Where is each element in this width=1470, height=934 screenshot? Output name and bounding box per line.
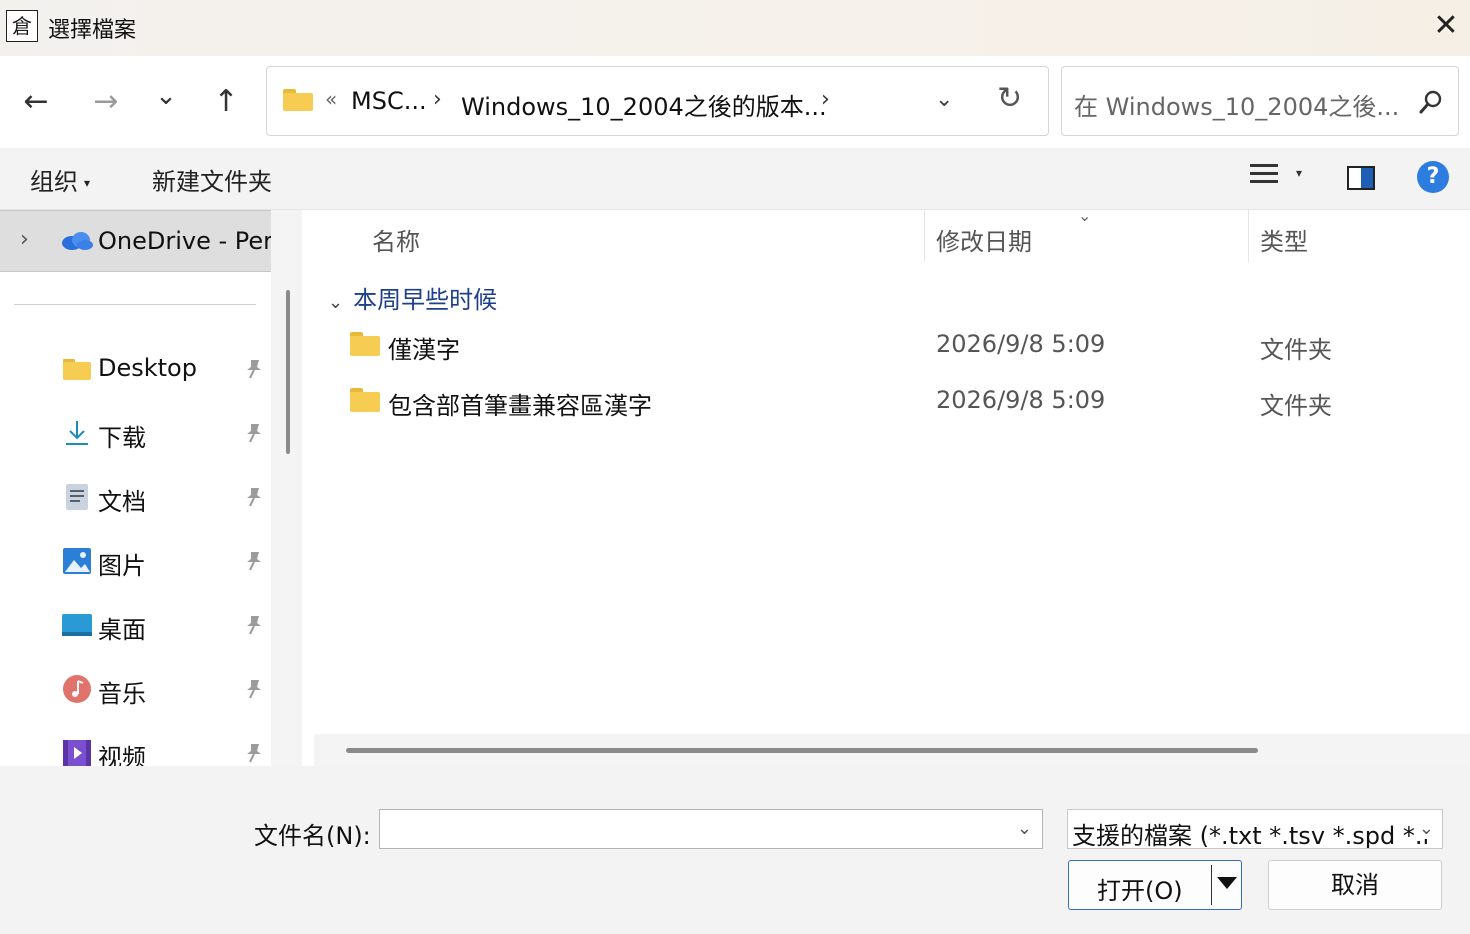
pin-icon[interactable] <box>244 486 264 508</box>
folder-icon <box>283 89 313 111</box>
chevron-right-icon[interactable]: › <box>20 227 29 252</box>
sidebar-item-label: 文档 <box>98 488 146 516</box>
sidebar-item-videos[interactable]: 视频 <box>0 724 271 766</box>
sidebar-item-desktop-folder[interactable]: Desktop <box>0 340 271 400</box>
new-folder-button[interactable]: 新建文件夹 <box>152 162 272 197</box>
horizontal-scrollbar-thumb[interactable] <box>346 748 1258 753</box>
back-button[interactable]: ← <box>14 84 58 120</box>
window-title: 選擇檔案 <box>48 18 137 43</box>
sidebar-item-downloads[interactable]: 下载 <box>0 404 271 464</box>
chevron-right-icon[interactable]: › <box>821 87 830 112</box>
help-icon[interactable]: ? <box>1417 161 1449 193</box>
open-button-label: 打开(O) <box>1097 877 1183 905</box>
organize-button[interactable]: 组织 ▾ <box>30 162 90 197</box>
breadcrumb-segment[interactable]: MSC... <box>351 87 427 115</box>
sidebar-item-label: 视频 <box>98 744 146 766</box>
onedrive-cloud-icon <box>62 232 93 250</box>
split-divider <box>1211 865 1212 905</box>
pin-icon[interactable] <box>244 358 264 380</box>
view-list-icon[interactable] <box>1250 164 1278 190</box>
pin-icon[interactable] <box>244 742 264 764</box>
sidebar-item-documents[interactable]: 文档 <box>0 468 271 528</box>
pin-icon[interactable] <box>244 422 264 444</box>
folder-icon <box>350 332 380 356</box>
chevron-down-icon[interactable]: ⌄ <box>1414 818 1434 839</box>
sidebar-divider <box>14 304 256 305</box>
open-dropdown-icon[interactable] <box>1217 877 1237 889</box>
preview-pane-icon[interactable] <box>1347 166 1375 190</box>
recent-locations-button[interactable]: ⌄ <box>144 78 188 114</box>
music-icon <box>63 675 91 703</box>
pin-icon[interactable] <box>244 614 264 636</box>
refresh-icon[interactable]: ↻ <box>997 81 1022 116</box>
desktop-icon <box>62 614 92 636</box>
file-type: 文件夹 <box>1260 392 1332 420</box>
cancel-button[interactable]: 取消 <box>1268 860 1442 910</box>
caret-down-icon: ▾ <box>84 176 91 190</box>
sidebar-scrollbar-thumb[interactable] <box>286 290 290 454</box>
open-button[interactable]: 打开(O) <box>1068 860 1242 910</box>
navigation-bar: ← → ⌄ ↑ « MSC... › Windows_10_2004之後的版本.… <box>0 56 1470 148</box>
file-name: 包含部首筆畫兼容區漢字 <box>388 392 652 420</box>
breadcrumb-overflow-icon[interactable]: « <box>325 87 337 111</box>
filename-label: 文件名(N): <box>254 822 371 850</box>
sidebar-item-music[interactable]: 音乐 <box>0 660 271 720</box>
group-label: 本周早些时候 <box>353 286 498 314</box>
pictures-icon <box>63 548 91 574</box>
search-icon[interactable] <box>1418 89 1444 115</box>
breadcrumb-segment[interactable]: Windows_10_2004之後的版本... <box>461 87 827 122</box>
filename-input[interactable]: ⌄ <box>379 809 1043 849</box>
up-button[interactable]: ↑ <box>204 84 248 120</box>
download-icon <box>66 421 88 445</box>
chevron-down-icon: ⌄ <box>328 292 344 313</box>
sidebar-item-pictures[interactable]: 图片 <box>0 532 271 592</box>
sidebar-item-label: 音乐 <box>98 680 146 708</box>
document-icon <box>66 484 88 510</box>
dialog-footer: 文件名(N): ⌄ 支援的檔案 (*.txt *.tsv *.spd *.l ⌄… <box>0 766 1470 934</box>
address-bar[interactable]: « MSC... › Windows_10_2004之後的版本... › ⌄ ↻ <box>266 66 1049 136</box>
sort-chevron-icon: ⌄ <box>1078 206 1092 225</box>
column-header-type[interactable]: 类型 <box>1260 222 1308 257</box>
sidebar-item-desktop[interactable]: 桌面 <box>0 596 271 656</box>
search-input[interactable]: 在 Windows_10_2004之後... <box>1061 66 1459 136</box>
command-bar: 组织 ▾ 新建文件夹 ▾ ? <box>0 148 1470 210</box>
file-date: 2026/9/8 5:09 <box>936 330 1106 358</box>
title-bar: 倉 選擇檔案 ✕ <box>0 0 1470 56</box>
pin-icon[interactable] <box>244 678 264 700</box>
pin-icon[interactable] <box>244 550 264 572</box>
column-header-name[interactable]: 名称 <box>372 222 420 257</box>
search-placeholder: 在 Windows_10_2004之後... <box>1074 93 1400 121</box>
view-dropdown-icon[interactable]: ▾ <box>1296 166 1302 180</box>
filetype-value: 支援的檔案 (*.txt *.tsv *.spd *.l <box>1072 822 1430 849</box>
forward-button[interactable]: → <box>84 84 128 120</box>
column-separator[interactable] <box>924 210 925 262</box>
chevron-right-icon[interactable]: › <box>433 87 442 112</box>
navigation-pane: › OneDrive - Per: Desktop 下载 文档 图片 桌面 音乐… <box>0 210 302 766</box>
file-row[interactable]: 包含部首筆畫兼容區漢字 2026/9/8 5:09 文件夹 <box>310 374 1470 428</box>
column-header-date[interactable]: 修改日期 <box>936 222 1032 257</box>
column-separator[interactable] <box>1248 210 1249 262</box>
organize-label: 组织 <box>30 168 78 196</box>
group-header[interactable]: ⌄ 本周早些时候 <box>328 280 497 315</box>
video-icon <box>63 740 91 766</box>
file-list: 名称 修改日期 ⌄ 类型 ⌄ 本周早些时候 僅漢字 2026/9/8 5:09 文… <box>310 206 1470 766</box>
file-row[interactable]: 僅漢字 2026/9/8 5:09 文件夹 <box>310 318 1470 372</box>
close-button[interactable]: ✕ <box>1424 6 1468 50</box>
sidebar-item-label: 桌面 <box>98 616 146 644</box>
file-date: 2026/9/8 5:09 <box>936 386 1106 414</box>
sidebar-item-label: OneDrive - Per: <box>98 227 271 255</box>
app-icon: 倉 <box>6 10 38 42</box>
sidebar-item-label: 图片 <box>98 552 146 580</box>
filetype-select[interactable]: 支援的檔案 (*.txt *.tsv *.spd *.l ⌄ <box>1067 809 1443 849</box>
sidebar-item-onedrive[interactable]: › OneDrive - Per: <box>0 210 271 272</box>
file-type: 文件夹 <box>1260 336 1332 364</box>
sidebar-item-label: 下载 <box>98 424 146 452</box>
folder-icon <box>63 359 91 380</box>
folder-icon <box>350 388 380 412</box>
sidebar-item-label: Desktop <box>98 354 197 382</box>
chevron-down-icon[interactable]: ⌄ <box>1017 818 1032 839</box>
address-dropdown-icon[interactable]: ⌄ <box>935 87 953 112</box>
file-name: 僅漢字 <box>388 336 460 364</box>
